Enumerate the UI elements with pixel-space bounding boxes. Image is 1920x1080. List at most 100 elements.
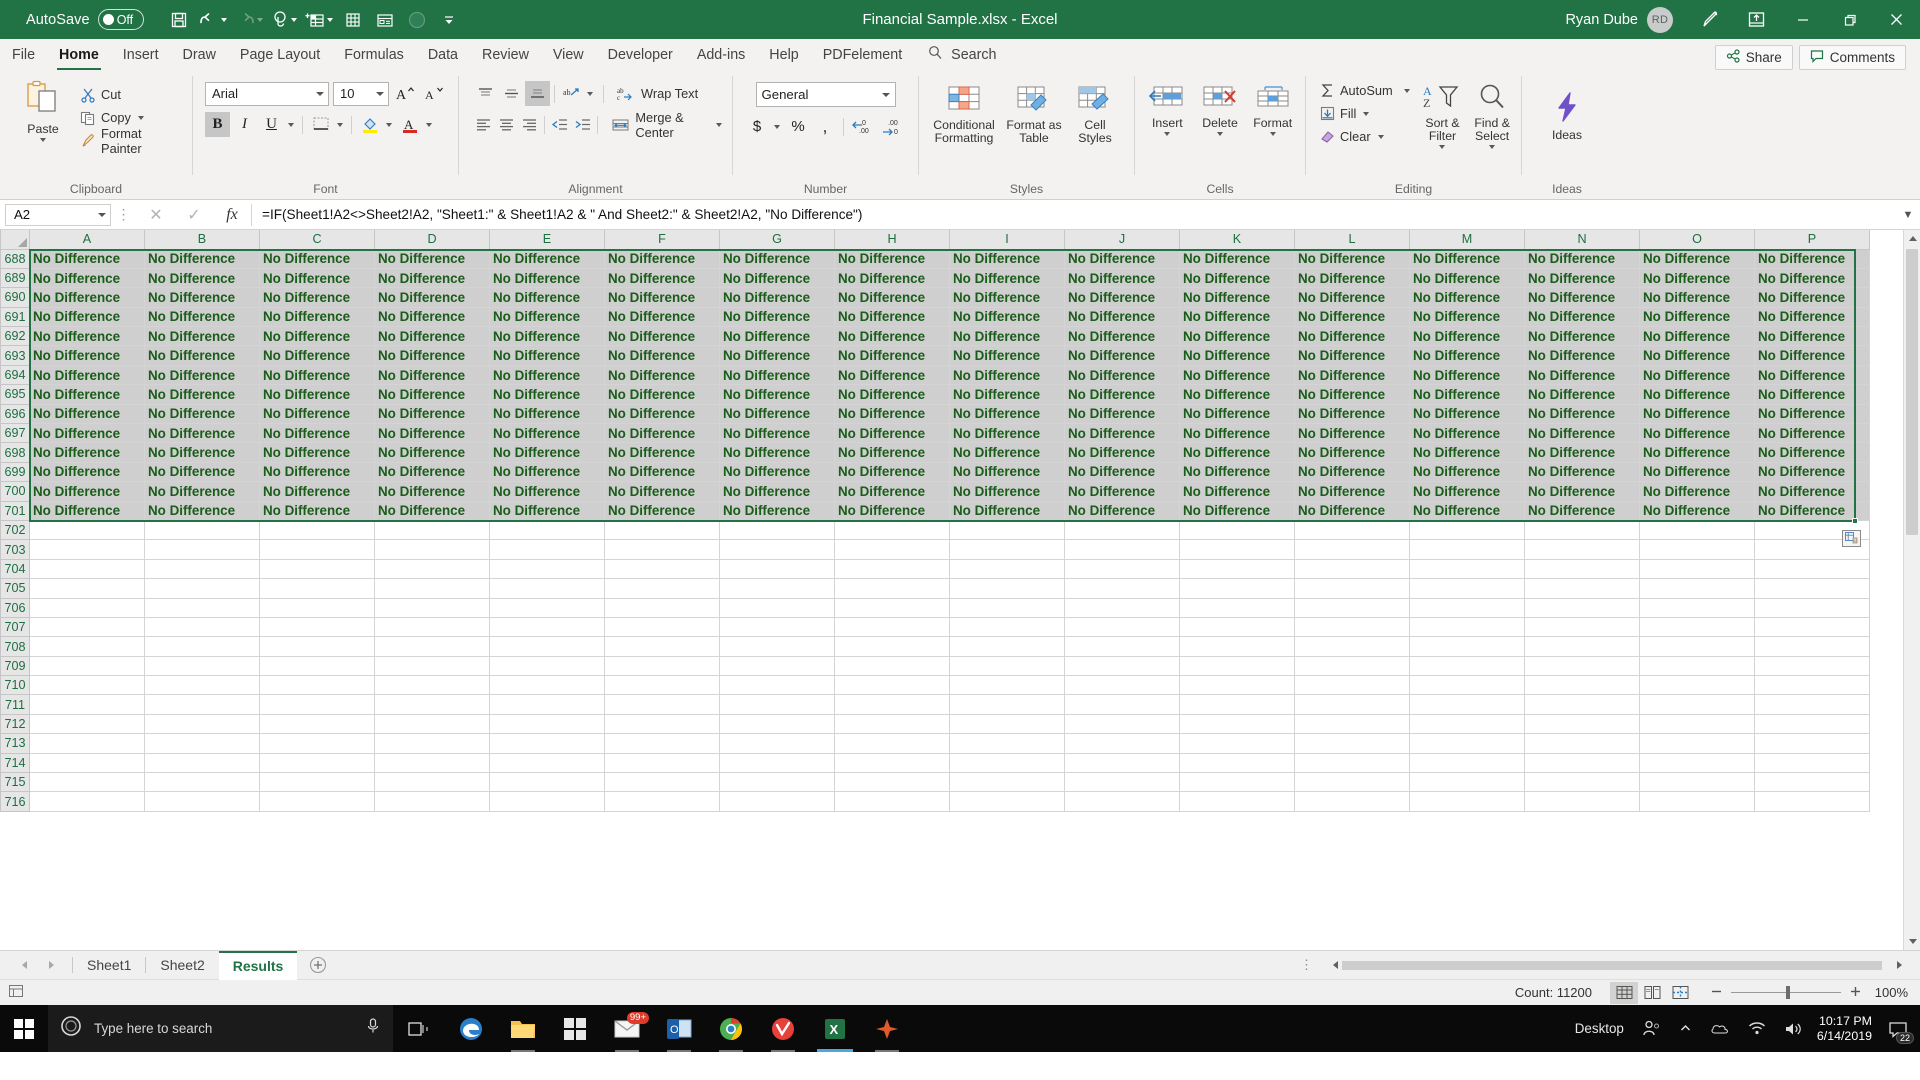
- cell-P714[interactable]: [1754, 753, 1870, 774]
- cell-I700[interactable]: No Difference: [949, 481, 1065, 502]
- font-color-icon[interactable]: A: [397, 112, 422, 137]
- cell-M704[interactable]: [1409, 559, 1525, 580]
- cell-K708[interactable]: [1179, 636, 1295, 657]
- cell-P705[interactable]: [1754, 578, 1870, 599]
- cell-I714[interactable]: [949, 753, 1065, 774]
- orientation-caret[interactable]: [587, 91, 593, 96]
- cell-P699[interactable]: No Difference: [1754, 462, 1870, 483]
- cell-N701[interactable]: No Difference: [1524, 501, 1640, 521]
- cell-A702[interactable]: [29, 520, 145, 541]
- cell-A711[interactable]: [29, 694, 145, 715]
- cell-D690[interactable]: No Difference: [374, 287, 490, 308]
- cell-L703[interactable]: [1294, 539, 1410, 560]
- zoom-out-button[interactable]: [1710, 985, 1723, 1001]
- borders-icon[interactable]: [308, 112, 333, 137]
- cell-P688[interactable]: No Difference: [1754, 249, 1870, 269]
- row-header-698[interactable]: 698: [0, 442, 30, 463]
- row-header-711[interactable]: 711: [0, 694, 30, 715]
- tab-file[interactable]: File: [0, 39, 47, 70]
- cell-J699[interactable]: No Difference: [1064, 462, 1180, 483]
- decrease-font-size-icon[interactable]: A: [422, 81, 447, 106]
- cell-P697[interactable]: No Difference: [1754, 423, 1870, 444]
- cell-J710[interactable]: [1064, 675, 1180, 696]
- cell-N702[interactable]: [1524, 520, 1640, 541]
- format-painter-button[interactable]: Format Painter: [76, 126, 186, 156]
- cell-A701[interactable]: No Difference: [29, 501, 145, 521]
- previous-sheet-icon[interactable]: [22, 961, 27, 969]
- cell-F714[interactable]: [604, 753, 720, 774]
- row-header-707[interactable]: 707: [0, 616, 30, 638]
- cell-N696[interactable]: No Difference: [1524, 404, 1640, 425]
- show-hidden-icons-button[interactable]: [1670, 1005, 1701, 1052]
- cell-P709[interactable]: [1754, 656, 1870, 677]
- cell-D695[interactable]: No Difference: [374, 384, 490, 405]
- cell-B690[interactable]: No Difference: [144, 287, 260, 308]
- row-header-692[interactable]: 692: [0, 326, 30, 347]
- cell-D708[interactable]: [374, 636, 490, 657]
- normal-view-button[interactable]: [1610, 981, 1638, 1004]
- cell-K703[interactable]: [1179, 539, 1295, 560]
- tab-page-layout[interactable]: Page Layout: [228, 39, 332, 70]
- horizontal-scrollbar[interactable]: [1328, 957, 1920, 973]
- cell-H692[interactable]: No Difference: [834, 326, 950, 347]
- cell-M700[interactable]: No Difference: [1409, 481, 1525, 502]
- cell-D689[interactable]: No Difference: [374, 268, 490, 289]
- cell-G708[interactable]: [719, 636, 835, 657]
- cell-G703[interactable]: [719, 539, 835, 560]
- cell-P711[interactable]: [1754, 694, 1870, 715]
- cell-G693[interactable]: No Difference: [719, 345, 835, 366]
- new-sheet-icon[interactable]: [302, 5, 336, 35]
- cell-O708[interactable]: [1639, 636, 1755, 657]
- row-header-706[interactable]: 706: [0, 597, 30, 618]
- cell-C710[interactable]: [259, 675, 375, 696]
- increase-decimal-icon[interactable]: 0.00: [849, 114, 877, 139]
- cell-M708[interactable]: [1409, 636, 1525, 657]
- cell-N705[interactable]: [1524, 578, 1640, 599]
- zoom-handle[interactable]: [1786, 986, 1790, 999]
- table-row[interactable]: 708: [0, 636, 1870, 657]
- cell-K690[interactable]: No Difference: [1179, 287, 1295, 308]
- taskbar-app-file-explorer[interactable]: [497, 1005, 549, 1052]
- cell-J689[interactable]: No Difference: [1064, 268, 1180, 289]
- cell-K702[interactable]: [1179, 520, 1295, 541]
- taskbar-app-other[interactable]: [861, 1005, 913, 1052]
- taskbar-app-vivaldi[interactable]: [757, 1005, 809, 1052]
- cell-O689[interactable]: No Difference: [1639, 268, 1755, 289]
- form-icon[interactable]: [370, 5, 400, 35]
- cell-I703[interactable]: [949, 539, 1065, 560]
- cell-K707[interactable]: [1179, 617, 1295, 638]
- cell-K709[interactable]: [1179, 656, 1295, 677]
- cell-K706[interactable]: [1179, 598, 1295, 618]
- cell-L711[interactable]: [1294, 694, 1410, 715]
- table-row[interactable]: 703: [0, 539, 1870, 560]
- cell-O713[interactable]: [1639, 733, 1755, 754]
- cell-G692[interactable]: No Difference: [719, 326, 835, 347]
- cell-A704[interactable]: [29, 559, 145, 580]
- cell-C695[interactable]: No Difference: [259, 384, 375, 405]
- table-row[interactable]: 709: [0, 655, 1870, 677]
- cell-G712[interactable]: [719, 714, 835, 735]
- cell-C703[interactable]: [259, 539, 375, 560]
- volume-icon[interactable]: [1775, 1005, 1811, 1052]
- cell-J716[interactable]: [1064, 791, 1180, 812]
- cell-C705[interactable]: [259, 578, 375, 599]
- cell-M711[interactable]: [1409, 694, 1525, 715]
- cell-K691[interactable]: No Difference: [1179, 307, 1295, 328]
- cell-M691[interactable]: No Difference: [1409, 307, 1525, 328]
- cell-F706[interactable]: [604, 598, 720, 618]
- tab-home[interactable]: Home: [47, 39, 111, 70]
- task-view-button[interactable]: [393, 1005, 445, 1052]
- column-header-a[interactable]: A: [29, 230, 145, 250]
- cell-A698[interactable]: No Difference: [29, 442, 145, 463]
- cell-G699[interactable]: No Difference: [719, 462, 835, 483]
- cell-A695[interactable]: No Difference: [29, 384, 145, 405]
- cell-N710[interactable]: [1524, 675, 1640, 696]
- cell-I706[interactable]: [949, 598, 1065, 618]
- cell-I693[interactable]: No Difference: [949, 345, 1065, 366]
- cell-G688[interactable]: No Difference: [719, 249, 835, 269]
- insert-cells-caret[interactable]: [1164, 132, 1171, 136]
- cell-G697[interactable]: No Difference: [719, 423, 835, 444]
- cell-B693[interactable]: No Difference: [144, 345, 260, 366]
- cell-A708[interactable]: [29, 636, 145, 657]
- cell-O691[interactable]: No Difference: [1639, 307, 1755, 328]
